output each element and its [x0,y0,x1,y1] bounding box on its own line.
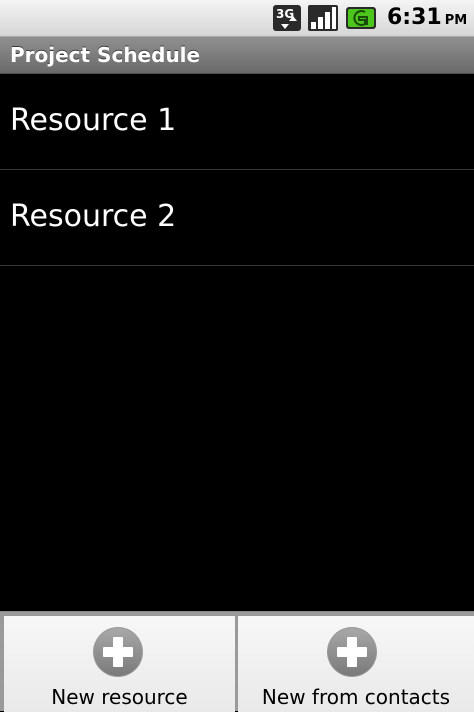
list-item[interactable]: Resource 2 [0,170,474,266]
new-from-contacts-button[interactable]: New from contacts [238,616,474,712]
plus-circle-icon [327,627,377,677]
new-from-contacts-label: New from contacts [261,685,451,709]
list-item[interactable]: Resource 1 [0,74,474,170]
new-resource-label: New resource [51,685,188,709]
status-clock: 6:31 PM [387,5,467,30]
signal-strength-icon [308,5,338,31]
clock-time: 6:31 [387,5,442,30]
title-bar: Project Schedule [0,37,474,74]
battery-charging-icon [346,7,376,29]
new-resource-button[interactable]: New resource [4,616,235,712]
status-bar: 3G 6:31 PM [0,0,474,37]
list-item-label: Resource 2 [10,199,177,234]
list-item-label: Resource 1 [10,103,177,138]
bottom-button-bar: New resource New from contacts [0,611,474,712]
page-title: Project Schedule [10,43,201,67]
plus-circle-icon [93,627,143,677]
clock-ampm: PM [444,13,468,28]
network-3g-icon: 3G [273,5,301,31]
resource-list: Resource 1 Resource 2 [0,74,474,266]
